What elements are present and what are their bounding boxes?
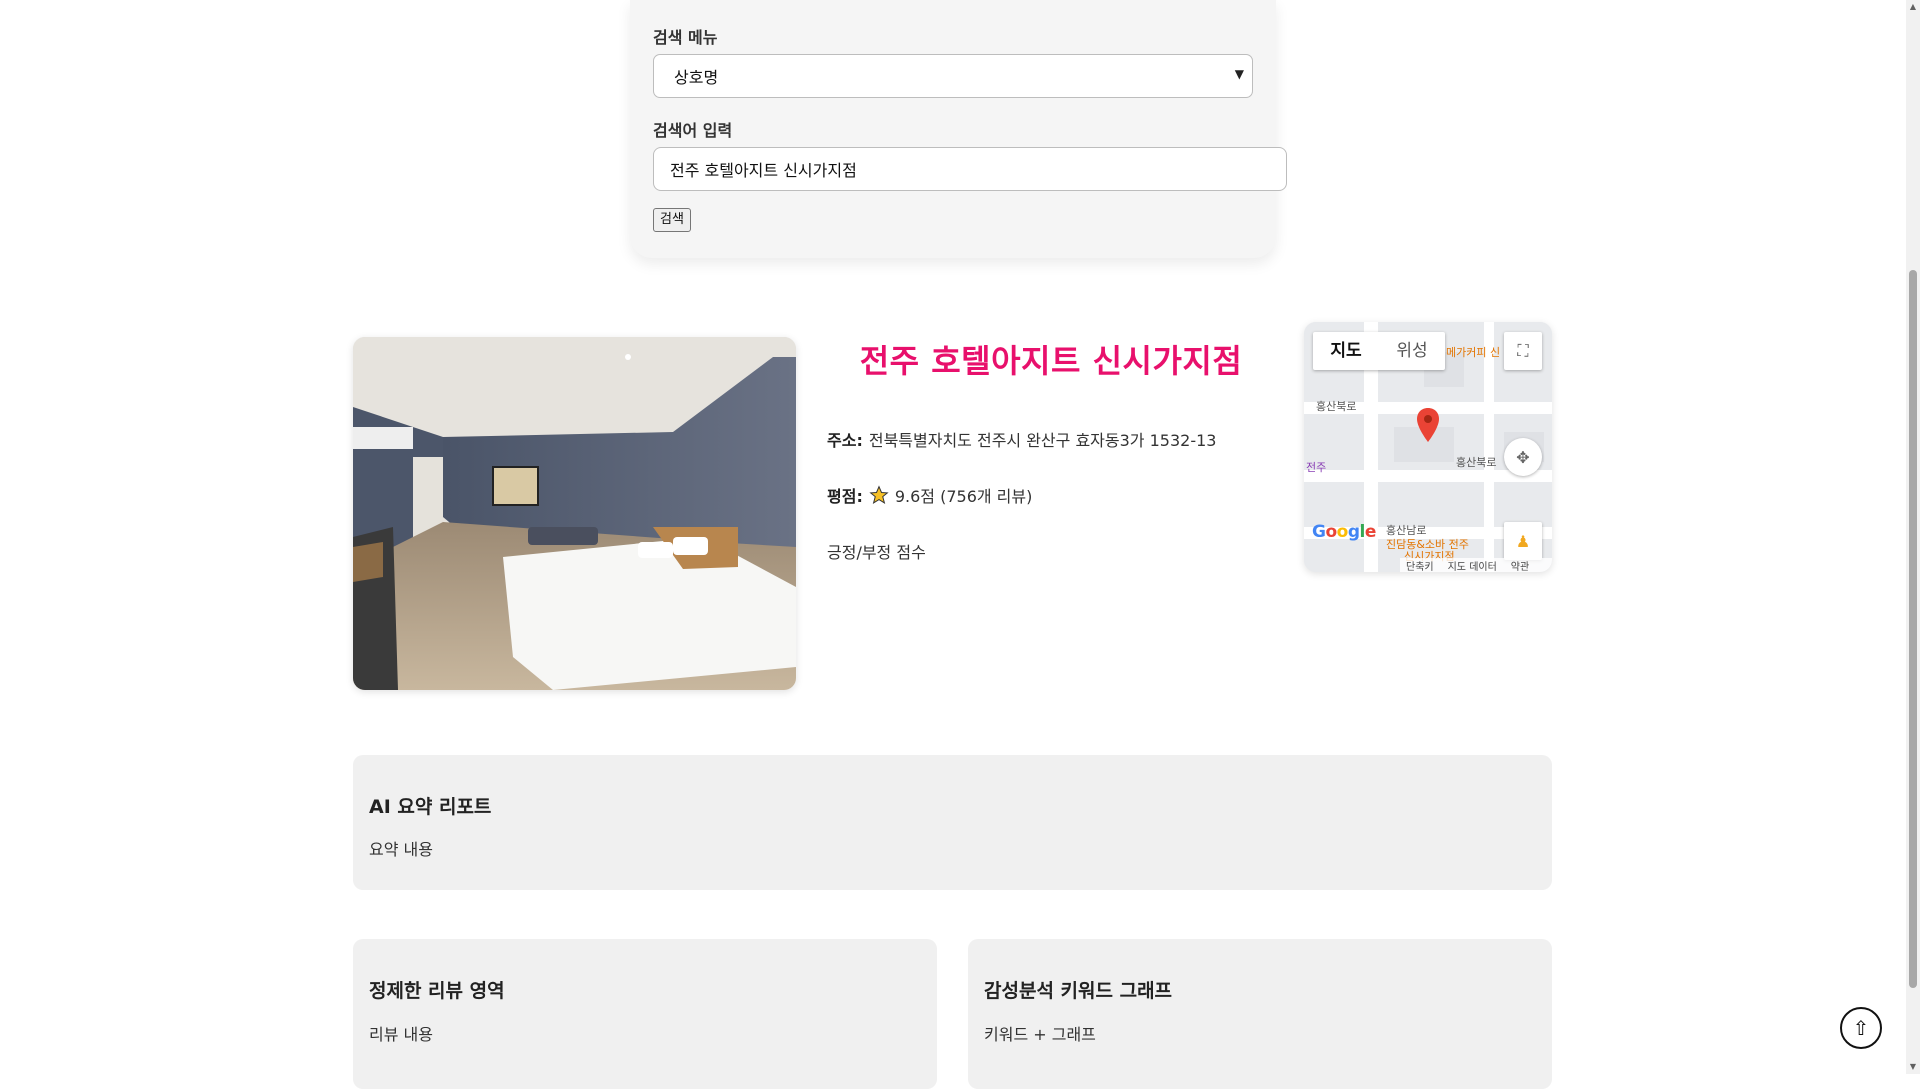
search-input-label: 검색어 입력 [653, 121, 733, 140]
scroll-up-icon[interactable]: ▲ [1908, 2, 1918, 12]
tab-map[interactable]: 지도 [1313, 332, 1379, 370]
map-label-left: 전주 [1306, 461, 1327, 474]
sentiment-score: 긍정/부정 점수 [827, 539, 926, 563]
map-widget[interactable]: 지도 위성 ⛶ ✥ ♟ 메가커피 신 홍산북로 홍산북로 전주 홍산남로 진담동… [1304, 322, 1552, 572]
reviews-title: 정제한 리뷰 영역 [369, 980, 505, 1002]
hotel-address: 주소: 전북특별자치도 전주시 완산구 효자동3가 1532-13 [827, 427, 1216, 451]
map-pan-icon[interactable]: ✥ [1504, 438, 1542, 476]
search-menu-value: 상호명 [674, 68, 719, 87]
hotel-name: 전주 호텔아지트 신시가지점 [859, 342, 1243, 380]
address-value: 전북특별자치도 전주시 완산구 효자동3가 1532-13 [868, 431, 1217, 450]
search-menu-select[interactable]: 상호명 ▼ [653, 54, 1253, 98]
address-label: 주소: [827, 431, 863, 450]
ai-summary-title: AI 요약 리포트 [369, 796, 492, 818]
reviews-card: 정제한 리뷰 영역 리뷰 내용 [353, 939, 937, 1089]
reviews-body: 리뷰 내용 [369, 1025, 433, 1044]
map-pin-icon [1417, 408, 1439, 442]
map-label-road-mid: 홍산북로 [1456, 456, 1497, 469]
search-panel: 검색 메뉴 상호명 ▼ 검색어 입력 전주 호텔아지트 신시가지점 검색 [630, 0, 1287, 258]
hotel-photo [353, 337, 796, 690]
keywords-body: 키워드 + 그래프 [984, 1025, 1096, 1044]
scrollbar[interactable]: ▲ ▼ [1906, 0, 1920, 1074]
tab-satellite[interactable]: 위성 [1379, 332, 1445, 370]
hotel-rating: 평점: 9.6점 (756개 리뷰) [827, 483, 1032, 507]
google-logo: Google [1312, 522, 1376, 542]
keywords-title: 감성분석 키워드 그래프 [984, 980, 1173, 1002]
ai-summary-body: 요약 내용 [369, 840, 433, 859]
sentiment-text: 긍정/부정 점수 [827, 543, 926, 562]
search-button[interactable]: 검색 [653, 208, 691, 232]
map-type-tabs: 지도 위성 [1313, 332, 1445, 370]
keywords-card: 감성분석 키워드 그래프 키워드 + 그래프 [968, 939, 1552, 1089]
rating-label: 평점: [827, 487, 863, 506]
ai-summary-card: AI 요약 리포트 요약 내용 [353, 755, 1552, 890]
scrollbar-thumb[interactable] [1909, 270, 1917, 988]
map-footer-shortcuts[interactable]: 단축키 [1406, 558, 1434, 573]
pegman-icon[interactable]: ♟ [1504, 522, 1542, 560]
rating-value: 9.6점 (756개 리뷰) [894, 487, 1033, 506]
fullscreen-icon[interactable]: ⛶ [1504, 332, 1542, 370]
map-label-road-top: 홍산북로 [1316, 400, 1357, 413]
arrow-up-icon[interactable]: ⇧ [1840, 1007, 1882, 1049]
map-footer-data[interactable]: 지도 데이터 [1448, 558, 1497, 573]
star-icon [869, 485, 889, 504]
map-label-top-right: 메가커피 신 [1446, 346, 1501, 359]
search-menu-label: 검색 메뉴 [653, 28, 718, 47]
search-input[interactable]: 전주 호텔아지트 신시가지점 [653, 147, 1287, 191]
scroll-down-icon[interactable]: ▼ [1908, 1062, 1918, 1072]
chevron-down-icon: ▼ [1234, 67, 1244, 81]
search-input-value: 전주 호텔아지트 신시가지점 [670, 161, 857, 180]
map-footer: 단축키 지도 데이터 약관 [1400, 558, 1552, 572]
map-footer-terms[interactable]: 약관 [1511, 558, 1529, 573]
